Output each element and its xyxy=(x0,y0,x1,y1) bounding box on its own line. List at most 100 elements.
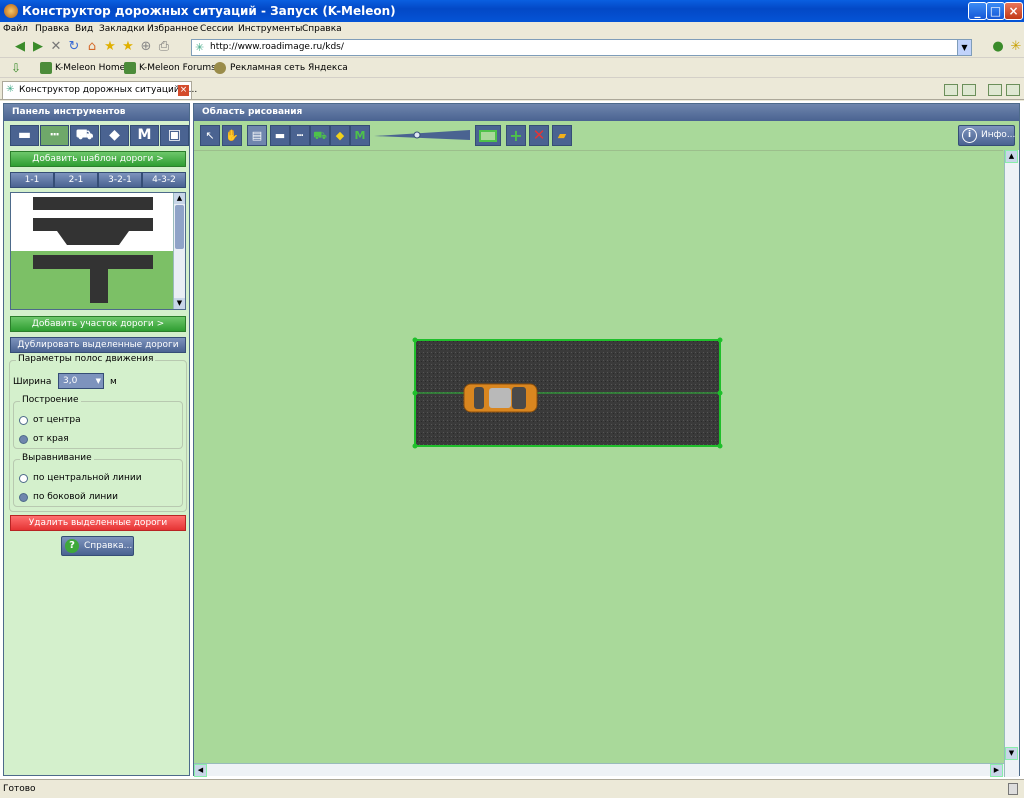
canvas-vertical-scrollbar[interactable]: ▲ ▼ xyxy=(1004,150,1019,777)
width-select[interactable]: 3,0 ▼ xyxy=(58,373,104,389)
road-handle[interactable] xyxy=(717,443,723,449)
menu-view[interactable]: Вид xyxy=(75,22,93,36)
road-segment[interactable] xyxy=(412,337,723,449)
tab-active[interactable]: ✳ Конструктор дорожных ситуаций - ... × xyxy=(2,81,197,99)
pan-tool-icon[interactable]: ✋ xyxy=(222,125,242,146)
help-icon: ? xyxy=(65,539,79,553)
drawing-panel: Область рисования ↖ ✋ ▤ ▬ ┅ ⛟ ◆ M + ✕ ▰ … xyxy=(193,103,1020,777)
duplicate-roads-button[interactable]: Дублировать выделенные дороги xyxy=(10,337,186,353)
menu-edit[interactable]: Правка xyxy=(35,22,69,36)
bookmarks-arrow-icon[interactable]: ⇩ xyxy=(11,58,21,78)
template-list[interactable]: ▲ ▼ xyxy=(10,192,186,310)
zoom-slider[interactable] xyxy=(374,128,472,142)
address-bar[interactable]: ✳ http://www.roadimage.ru/kds/ ▼ xyxy=(191,39,972,56)
drawing-canvas[interactable] xyxy=(194,150,1003,763)
marking-draw-icon[interactable]: M xyxy=(350,125,370,146)
scroll-down-icon[interactable]: ▼ xyxy=(1005,747,1018,760)
reload-icon[interactable]: ↻ xyxy=(66,39,82,55)
help-label: Справка... xyxy=(84,541,133,551)
scroll-left-icon[interactable]: ◀ xyxy=(194,764,207,777)
segment-3-2-1[interactable]: 3-2-1 xyxy=(98,172,142,188)
build-group-label: Построение xyxy=(20,395,81,405)
zoom-icon[interactable]: ⊕ xyxy=(138,39,154,55)
template-scrollbar[interactable]: ▲ ▼ xyxy=(173,193,185,309)
minimize-button[interactable]: _ xyxy=(968,2,987,20)
road-draw-icon[interactable]: ▬ xyxy=(270,125,290,146)
home-icon[interactable]: ⌂ xyxy=(84,39,100,55)
background-toggle-icon[interactable] xyxy=(475,125,501,146)
canvas-horizontal-scrollbar[interactable]: ◀ ▶ xyxy=(194,763,1004,777)
segment-2-1[interactable]: 2-1 xyxy=(54,172,98,188)
tab-close-all-icon[interactable] xyxy=(1006,84,1020,96)
scroll-right-icon[interactable]: ▶ xyxy=(990,764,1003,777)
menu-tools[interactable]: Инструменты xyxy=(238,22,302,36)
back-icon[interactable]: ◀ xyxy=(12,39,28,55)
menu-sessions[interactable]: Сессии xyxy=(200,22,233,36)
tab-label[interactable]: Конструктор дорожных ситуаций - ... xyxy=(19,82,197,99)
delete-roads-button[interactable]: Удалить выделенные дороги xyxy=(10,515,186,531)
tab-close-icon[interactable]: × xyxy=(178,85,189,96)
tab-list-icon[interactable] xyxy=(944,84,958,96)
template-straight-road[interactable] xyxy=(33,197,153,210)
address-dropdown-icon[interactable]: ▼ xyxy=(957,40,971,55)
address-url[interactable]: http://www.roadimage.ru/kds/ xyxy=(210,40,344,55)
select-tool-icon[interactable]: ↖ xyxy=(200,125,220,146)
car-draw-icon[interactable]: ⛟ xyxy=(310,125,330,146)
status-bar: Готово xyxy=(0,779,1024,798)
info-icon: i xyxy=(962,128,977,143)
add-bookmark-icon[interactable]: ★ xyxy=(120,39,136,55)
menu-help[interactable]: Справка xyxy=(302,22,342,36)
tab-page-icon: ✳ xyxy=(6,84,15,95)
menu-bookmarks[interactable]: Закладки xyxy=(99,22,145,36)
scroll-thumb[interactable] xyxy=(175,205,184,249)
bookmark-yandex[interactable]: Рекламная сеть Яндекса xyxy=(230,58,348,78)
segment-4-3-2[interactable]: 4-3-2 xyxy=(142,172,186,188)
print-icon[interactable]: ⎙ xyxy=(156,39,172,55)
bookmark-kmeleon-forums[interactable]: K-Meleon Forums xyxy=(139,58,216,78)
marking-tool-icon[interactable]: M xyxy=(130,125,159,146)
road-handle[interactable] xyxy=(412,390,418,396)
maximize-button[interactable]: □ xyxy=(986,2,1005,20)
build-from-center-radio[interactable] xyxy=(19,416,28,425)
tab-restore-icon[interactable] xyxy=(988,84,1002,96)
info-label: Инфо... xyxy=(981,130,1016,140)
sign-tool-icon[interactable]: ◆ xyxy=(100,125,129,146)
align-center-line-radio[interactable] xyxy=(19,474,28,483)
info-button[interactable]: i Инфо... xyxy=(958,125,1015,146)
stop-icon[interactable]: ✕ xyxy=(48,39,64,55)
scroll-up-icon[interactable]: ▲ xyxy=(174,193,185,204)
build-from-edge-radio[interactable] xyxy=(19,435,28,444)
star-icon[interactable]: ★ xyxy=(102,39,118,55)
layer-tool-icon[interactable]: ▤ xyxy=(247,125,267,146)
forward-icon[interactable]: ▶ xyxy=(30,39,46,55)
road-handle[interactable] xyxy=(412,337,418,343)
road-dashed-tool-icon[interactable]: ┅ xyxy=(40,125,69,146)
car-tool-icon[interactable]: ⛟ xyxy=(70,125,99,146)
scroll-down-icon[interactable]: ▼ xyxy=(174,298,185,309)
help-button[interactable]: ? Справка... xyxy=(61,536,134,556)
road-dashed-draw-icon[interactable]: ┅ xyxy=(290,125,310,146)
menu-file[interactable]: Файл xyxy=(3,22,28,36)
menu-favorites[interactable]: Избранное xyxy=(147,22,198,36)
save-tool-icon[interactable]: ▣ xyxy=(160,125,189,146)
zoom-slider-thumb[interactable] xyxy=(413,131,421,139)
close-window-button[interactable]: × xyxy=(1004,2,1023,20)
scroll-up-icon[interactable]: ▲ xyxy=(1005,150,1018,163)
sign-draw-icon[interactable]: ◆ xyxy=(330,125,350,146)
go-icon[interactable]: ● xyxy=(990,39,1006,55)
align-side-line-radio[interactable] xyxy=(19,493,28,502)
road-handle[interactable] xyxy=(717,337,723,343)
road-tool-icon[interactable]: ▬ xyxy=(10,125,39,146)
tab-new-icon[interactable] xyxy=(962,84,976,96)
open-folder-icon[interactable]: ▰ xyxy=(552,125,572,146)
build-group: Построение от центра от края xyxy=(13,395,183,449)
bookmark-kmeleon-home[interactable]: K-Meleon Home xyxy=(55,58,125,78)
delete-icon[interactable]: ✕ xyxy=(529,125,549,146)
add-icon[interactable]: + xyxy=(506,125,526,146)
segment-1-1[interactable]: 1-1 xyxy=(10,172,54,188)
add-template-button[interactable]: Добавить шаблон дороги > xyxy=(10,151,186,167)
road-handle[interactable] xyxy=(412,443,418,449)
add-section-button[interactable]: Добавить участок дороги > xyxy=(10,316,186,332)
car-object[interactable] xyxy=(463,383,538,413)
road-handle[interactable] xyxy=(717,390,723,396)
